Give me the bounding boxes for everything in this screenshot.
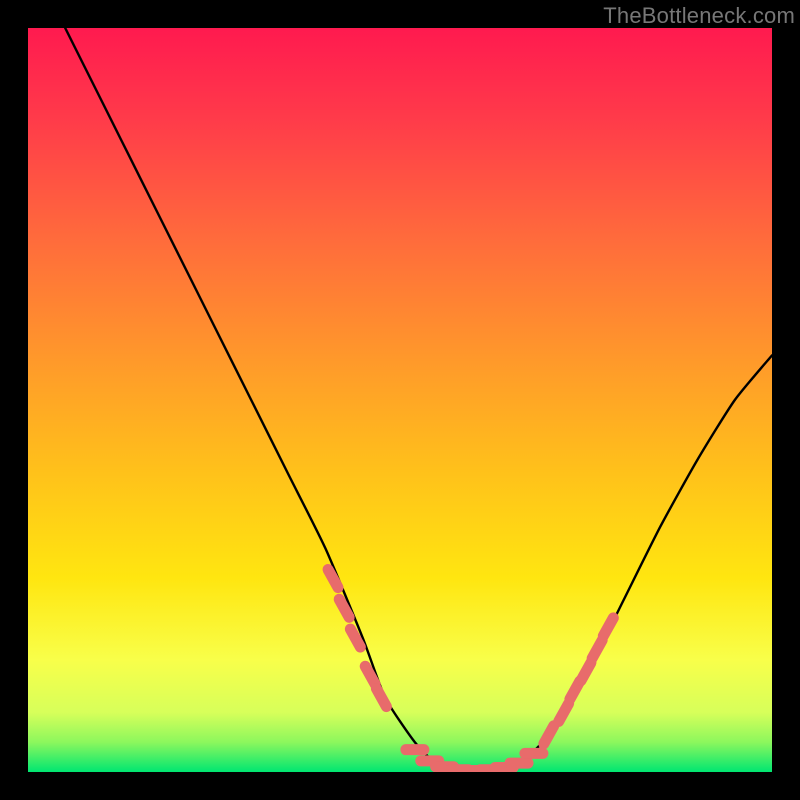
gradient-bg <box>28 28 772 772</box>
chart-svg <box>28 28 772 772</box>
chart-frame <box>28 28 772 772</box>
watermark-text: TheBottleneck.com <box>603 3 795 29</box>
